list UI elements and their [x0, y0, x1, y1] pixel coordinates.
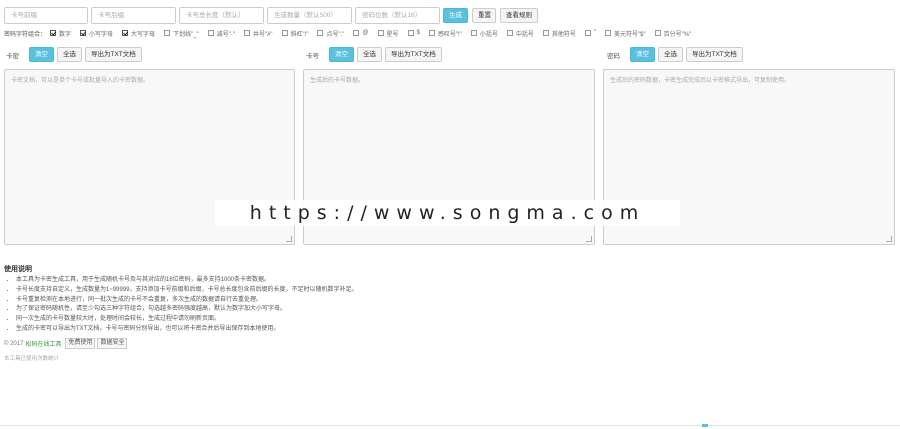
usage-title: 使用说明 — [4, 266, 32, 273]
reset-button[interactable]: 重置 — [472, 8, 496, 23]
panel-password-clear-button[interactable]: 清空 — [630, 47, 655, 62]
charset-option-at[interactable]: @ — [353, 30, 369, 36]
checkbox-checked-icon[interactable] — [80, 30, 87, 36]
site-link[interactable]: 松码在线工具 — [25, 339, 61, 348]
resize-handle-icon[interactable] — [886, 236, 892, 242]
charset-option-percent[interactable]: 百分号"%" — [654, 29, 691, 38]
checkbox-icon[interactable] — [353, 30, 360, 36]
checkbox-icon[interactable] — [207, 30, 214, 36]
checkbox-icon[interactable] — [281, 30, 288, 36]
checkbox-icon[interactable] — [470, 30, 477, 36]
charset-option-underscore[interactable]: 下划线"_" — [164, 29, 199, 38]
charset-option-lowercase[interactable]: 小写字母 — [80, 29, 113, 38]
checkbox-icon[interactable] — [243, 30, 250, 36]
panel-password-select-all-button[interactable]: 全选 — [658, 47, 683, 62]
checkbox-icon[interactable] — [317, 30, 324, 36]
checkbox-icon[interactable] — [428, 30, 435, 36]
charset-option-parentheses[interactable]: 小括号 — [470, 29, 498, 38]
watermark: https://www.songma.com — [215, 200, 680, 226]
charset-option-dollar-sign[interactable]: 美元符号"$" — [605, 29, 646, 38]
checkbox-icon[interactable] — [164, 30, 171, 36]
charset-option-dot[interactable]: 点号"." — [317, 29, 344, 38]
list-item: 同一次生成的卡号数量较大时，处理时间会较长，生成过程中请勿刷新页面。 — [16, 315, 358, 325]
list-item: 生成的卡密可以导出为TXT文档，卡号与密码分别导出，也可以将卡密合并后导出保存到… — [16, 325, 358, 335]
checkbox-icon[interactable] — [584, 30, 591, 36]
scroll-indicator — [702, 424, 708, 427]
charset-option-dollar[interactable]: $ — [407, 30, 420, 36]
charset-option-uppercase[interactable]: 大写字母 — [122, 29, 155, 38]
checkbox-icon[interactable] — [654, 30, 661, 36]
checkbox-icon[interactable] — [506, 30, 513, 36]
quantity-input[interactable]: 生成数量（默认500） — [267, 7, 352, 24]
list-item: 为了保证密码随机性，请至少勾选三种字符组合，勾选越多密码强度越高，默认为数字加大… — [16, 305, 358, 315]
checkbox-icon[interactable] — [407, 30, 414, 36]
list-item: 卡号重复检测在本地进行，同一批次生成的卡号不会重复，多次生成的数据请自行去重处理… — [16, 296, 358, 306]
charset-label: 密码字符组合： — [4, 31, 47, 38]
panel-card-secret-clear-button[interactable]: 清空 — [29, 47, 54, 62]
charset-option-hash[interactable]: 井号"#" — [243, 29, 273, 38]
list-item: 卡号长度支持自定义，生成数量为1~99999，支持添加卡号前缀和后缀，卡号总长度… — [16, 286, 358, 296]
panel-password-title: 密码 — [607, 53, 620, 60]
panel-card-secret-export-button[interactable]: 导出为TXT文档 — [85, 47, 142, 62]
footer: © 2017 松码在线工具 免费使用 数据安全 — [4, 338, 128, 349]
panel-card-number-clear-button[interactable]: 清空 — [329, 47, 354, 62]
card-length-input[interactable]: 卡号总长度（默认） — [179, 7, 264, 24]
generate-button[interactable]: 生成 — [443, 8, 468, 23]
checkbox-icon[interactable] — [377, 30, 384, 36]
footer-tag[interactable]: 免费使用 — [65, 338, 96, 349]
card-suffix-input[interactable]: 卡号后缀 — [91, 7, 176, 24]
usage-list: 本工具为卡密生成工具，用于生成随机卡号及与其对应的16位密码，最多支持1000条… — [4, 276, 358, 335]
panel-card-number-select-all-button[interactable]: 全选 — [357, 47, 382, 62]
charset-option-minus[interactable]: 减号"-" — [207, 29, 235, 38]
card-prefix-input[interactable]: 卡号前缀 — [4, 7, 88, 24]
divider — [0, 425, 900, 426]
panel-card-secret-title: 卡密 — [6, 53, 19, 60]
charset-option-slash[interactable]: 斜杠"/" — [281, 29, 308, 38]
panel-password-export-button[interactable]: 导出为TXT文档 — [686, 47, 743, 62]
resize-handle-icon[interactable] — [286, 236, 292, 242]
view-rules-button[interactable]: 查看规则 — [500, 8, 538, 23]
footer-tag[interactable]: 数据安全 — [97, 338, 128, 349]
charset-option-asterisk[interactable]: 星号 — [377, 29, 399, 38]
charset-option-other-symbols[interactable]: 其他符号 — [542, 29, 576, 38]
charset-option-digits[interactable]: 数字 — [50, 29, 71, 38]
panel-card-secret-select-all-button[interactable]: 全选 — [57, 47, 82, 62]
password-length-input[interactable]: 密码位数（默认16） — [355, 7, 440, 24]
stats-text: 本工具已使用次数统计 — [4, 356, 60, 362]
charset-options: 密码字符组合： 数字 小写字母 大写字母 下划线"_" 减号"-" 井号"#" … — [4, 28, 700, 38]
checkbox-icon[interactable] — [542, 30, 549, 36]
list-item: 本工具为卡密生成工具，用于生成随机卡号及与其对应的16位密码，最多支持1000条… — [16, 276, 358, 286]
checkbox-checked-icon[interactable] — [50, 30, 57, 36]
copyright: © 2017 — [4, 340, 24, 347]
panel-card-number-export-button[interactable]: 导出为TXT文档 — [385, 47, 442, 62]
charset-option-quote[interactable]: " — [584, 30, 596, 36]
panel-card-number-title: 卡号 — [306, 53, 319, 60]
resize-handle-icon[interactable] — [586, 236, 592, 242]
charset-option-brackets[interactable]: 中括号 — [506, 29, 534, 38]
charset-option-exclamation[interactable]: 感叹号"!" — [428, 29, 462, 38]
checkbox-icon[interactable] — [605, 30, 611, 36]
checkbox-checked-icon[interactable] — [122, 30, 129, 36]
